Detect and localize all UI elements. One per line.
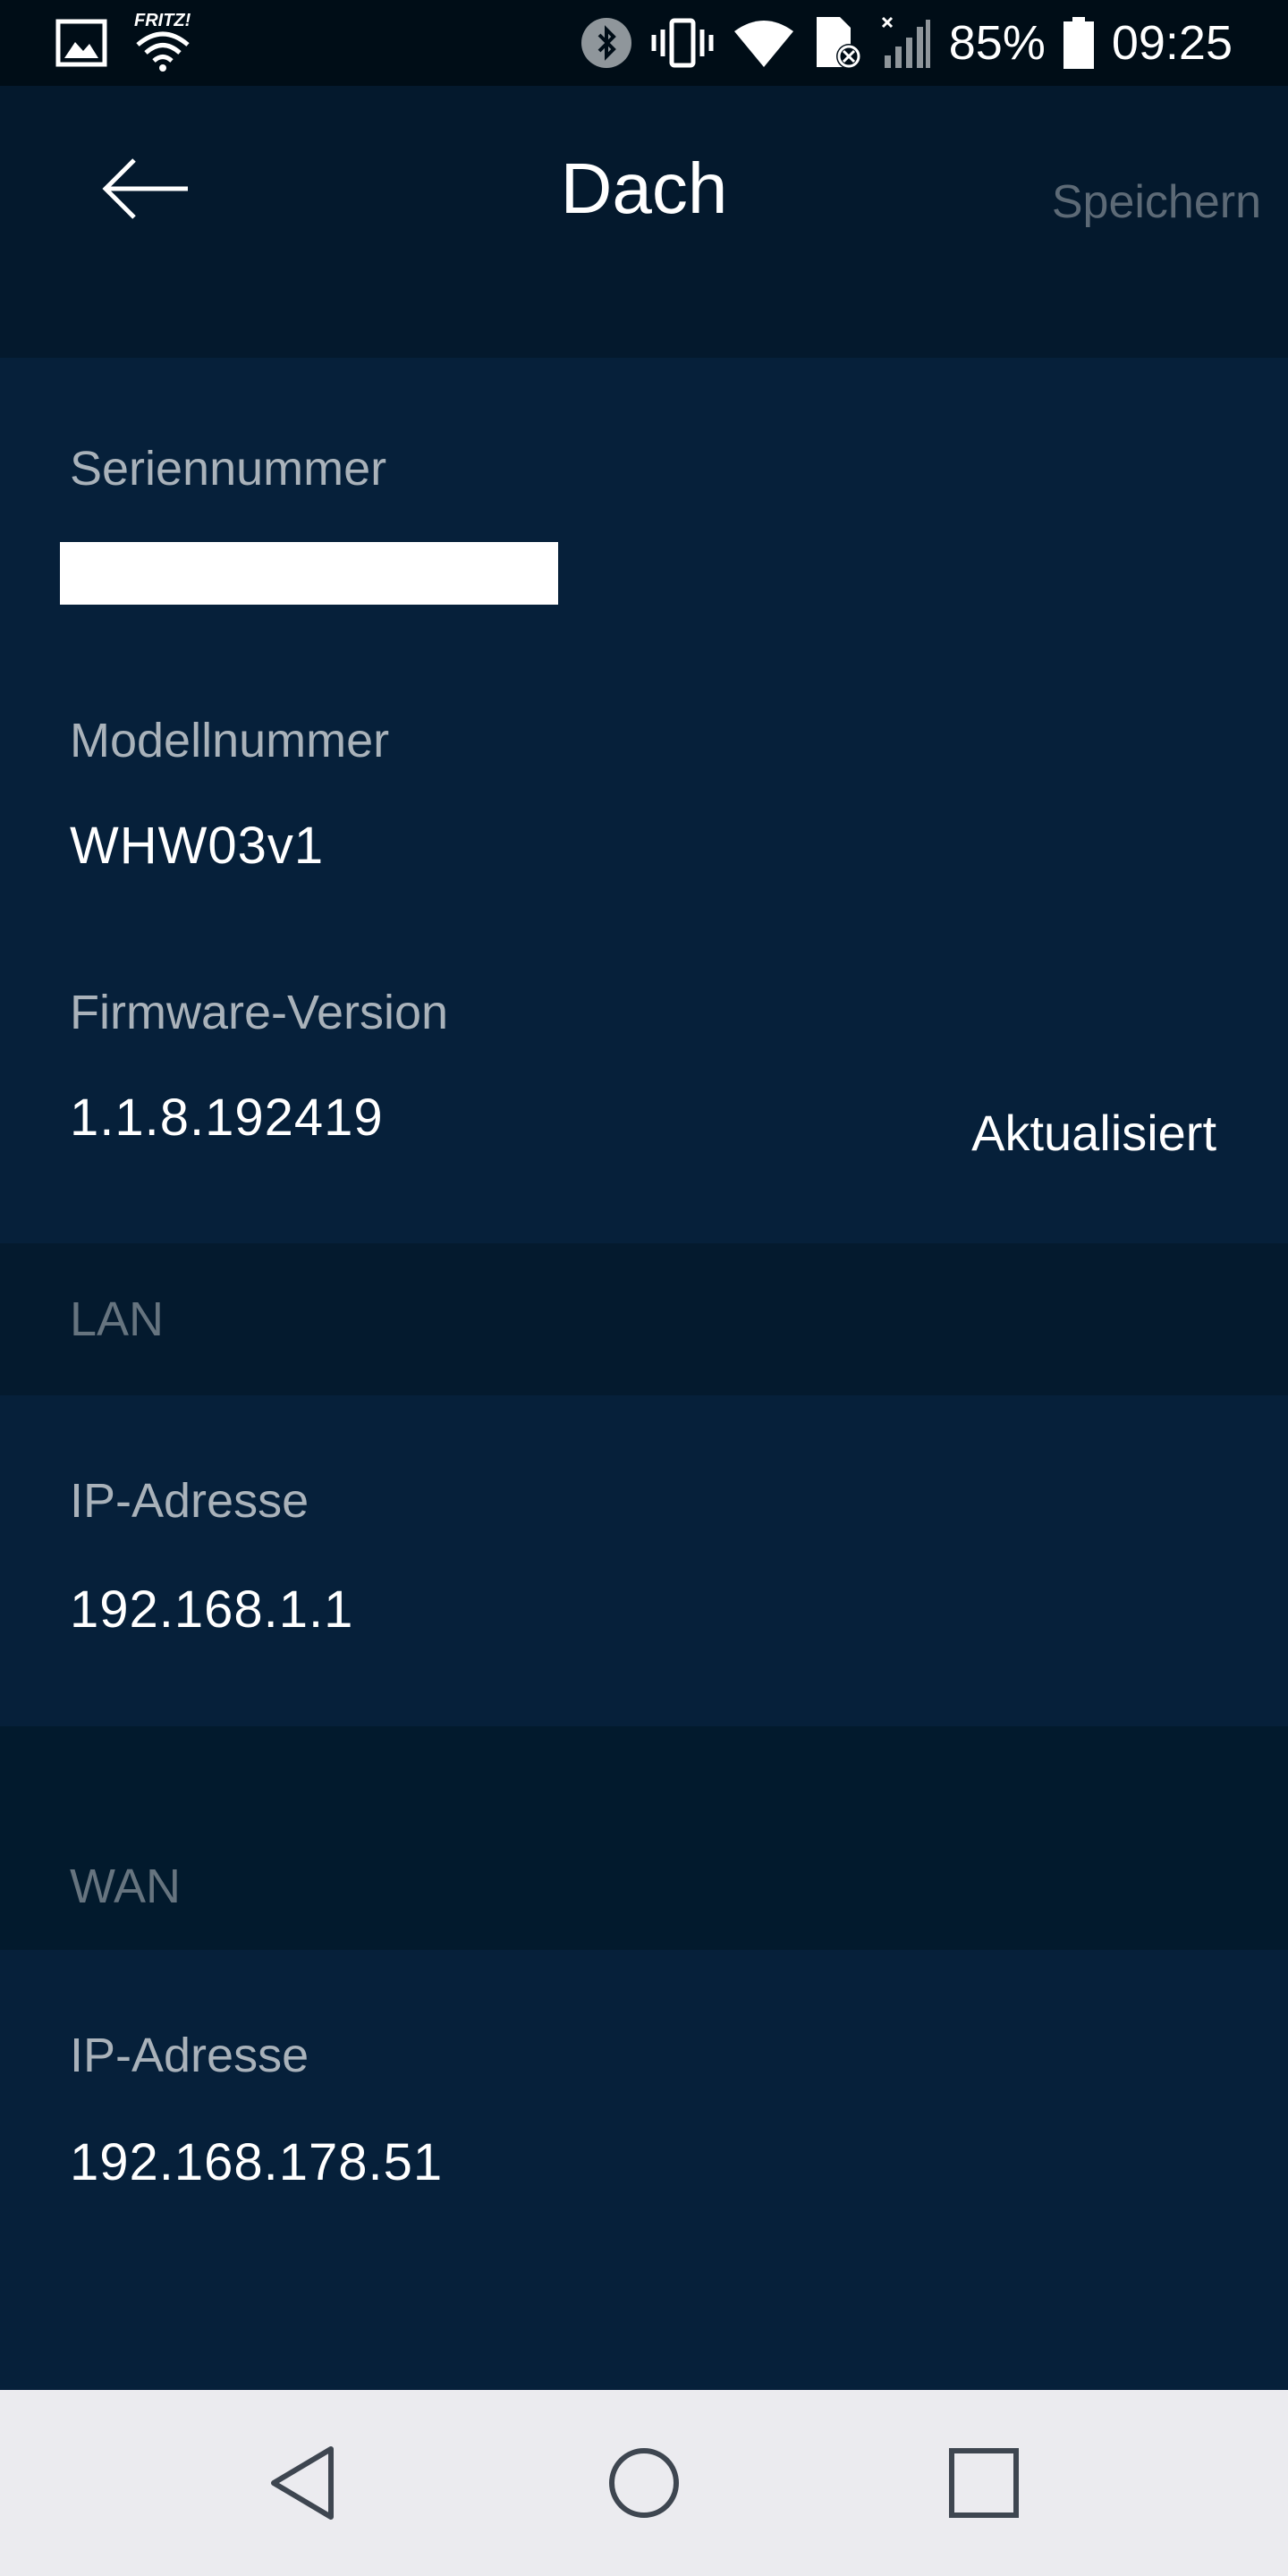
fritz-wifi-icon: FRITZ! [131,11,195,73]
serial-number-label: Seriennummer [70,442,387,496]
sim-missing-icon [813,15,863,71]
lan-title: LAN [70,1292,165,1346]
firmware-version-label: Firmware-Version [70,986,449,1039]
system-nav-bar [0,2390,1288,2576]
wan-ip-value: 192.168.178.51 [70,2133,444,2191]
nav-recents-button[interactable] [939,2438,1029,2528]
battery-percent: 85% [948,16,1046,70]
model-number-label: Modellnummer [70,714,390,767]
vibrate-icon [650,17,715,69]
wan-title: WAN [70,1860,181,1913]
save-button[interactable]: Speichern [1052,175,1261,229]
wan-group-header: WAN [0,1726,1288,1950]
home-circle-icon [609,2448,679,2518]
wan-section: IP-Adresse 192.168.178.51 [0,1950,1288,2390]
app-header: Dach Speichern [0,86,1288,358]
serial-number-redacted [60,542,558,605]
firmware-version-value: 1.1.8.192419 [70,1089,384,1147]
back-triangle-icon [271,2446,334,2520]
signal-icon [881,16,931,70]
bluetooth-icon [580,17,632,69]
lan-group-header: LAN [0,1243,1288,1395]
recents-square-icon [949,2448,1019,2518]
lan-section: IP-Adresse 192.168.1.1 [0,1395,1288,1726]
image-icon [55,19,107,67]
lan-ip-label: IP-Adresse [70,1474,309,1528]
clock: 09:25 [1111,16,1233,70]
wan-ip-label: IP-Adresse [70,2029,309,2082]
device-info-section: Seriennummer Modellnummer WHW03v1 Firmwa… [0,358,1288,1243]
wifi-icon [733,17,795,69]
model-number-value: WHW03v1 [70,817,325,875]
firmware-status: Aktualisiert [971,1105,1216,1161]
battery-icon [1063,17,1094,69]
status-bar: FRITZ! 85% 09:25 [0,0,1288,86]
nav-home-button[interactable] [599,2438,689,2528]
nav-back-button[interactable] [259,2438,349,2528]
lan-ip-value: 192.168.1.1 [70,1580,354,1639]
